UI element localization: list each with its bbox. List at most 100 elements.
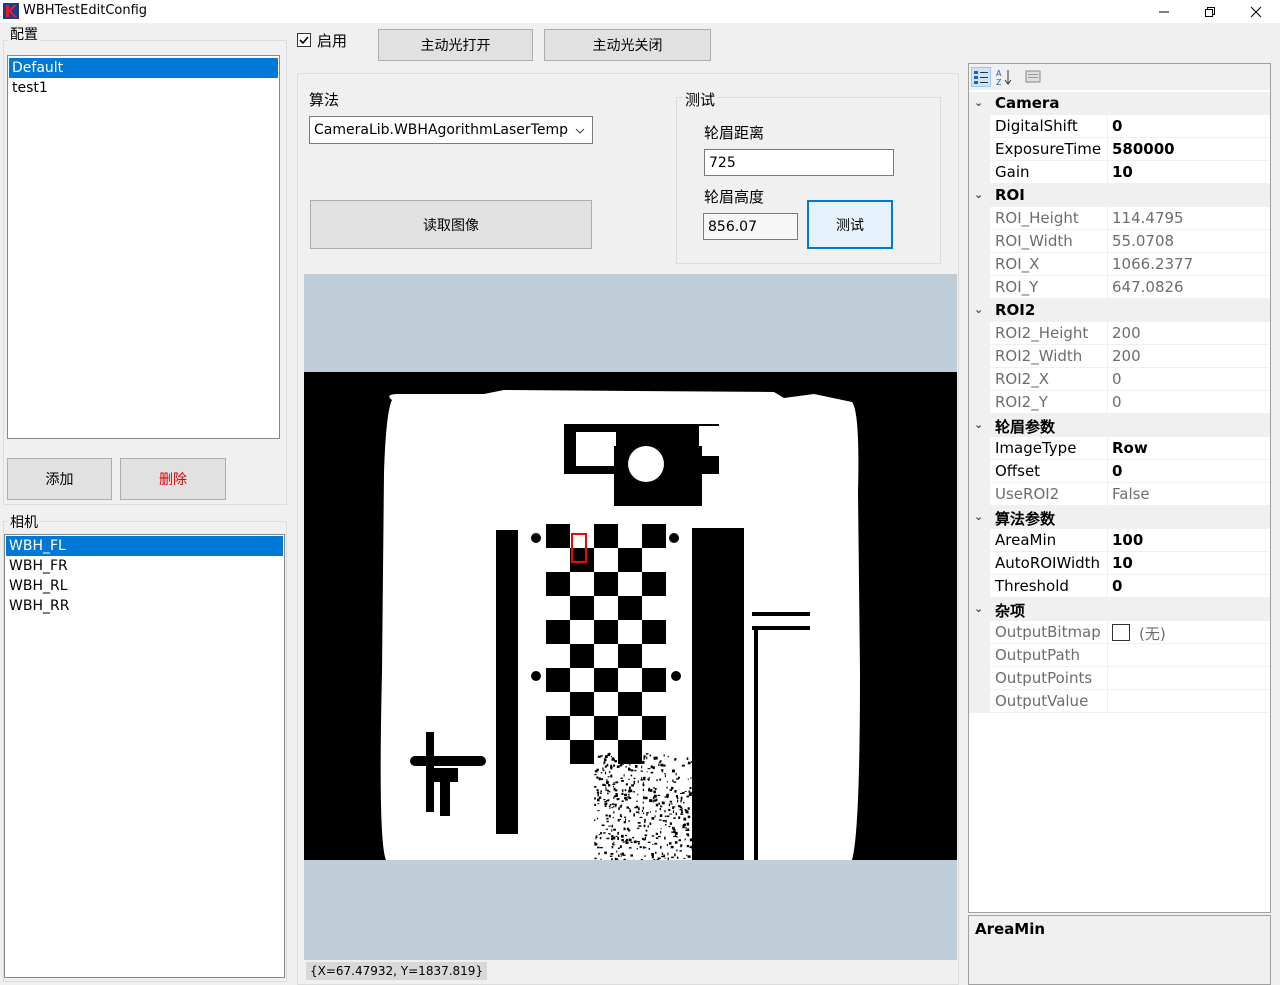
property-row[interactable]: AutoROIWidth 10 — [969, 552, 1270, 575]
chevron-down-icon[interactable]: ⌄ — [974, 602, 983, 615]
distance-input-value: 725 — [709, 154, 736, 171]
property-help-panel: AreaMin — [968, 915, 1271, 985]
property-category[interactable]: ⌄ 轮眉参数 — [969, 414, 1270, 437]
property-row[interactable]: ROI_Width 55.0708 — [969, 230, 1270, 253]
property-row[interactable]: OutputValue — [969, 690, 1270, 713]
property-row[interactable]: AreaMin 100 — [969, 529, 1270, 552]
property-value[interactable]: 10 — [1112, 554, 1133, 572]
height-output-value: 856.07 — [708, 218, 757, 235]
property-name: ExposureTime — [995, 140, 1102, 158]
property-row[interactable]: ROI_X 1066.2377 — [969, 253, 1270, 276]
property-help-title: AreaMin — [975, 920, 1046, 938]
config-list[interactable]: Default test1 — [7, 55, 280, 439]
property-value: 200 — [1112, 324, 1141, 342]
camera-list-item[interactable]: WBH_FR — [6, 556, 283, 576]
property-value[interactable]: 0 — [1112, 577, 1122, 595]
property-name: ROI2_X — [995, 370, 1049, 388]
property-row[interactable]: ROI2_Height 200 — [969, 322, 1270, 345]
camera-list-item[interactable]: WBH_FL — [6, 536, 283, 556]
property-name: ROI_Width — [995, 232, 1073, 250]
enable-checkbox[interactable] — [297, 33, 311, 47]
test-button[interactable]: 测试 — [807, 200, 893, 249]
property-row[interactable]: ROI2_Width 200 — [969, 345, 1270, 368]
coordinate-readout: {X=67.47932, Y=1837.819} — [306, 962, 488, 980]
config-list-item[interactable]: test1 — [9, 78, 278, 98]
property-row[interactable]: ROI2_Y 0 — [969, 391, 1270, 414]
property-row[interactable]: UseROI2 False — [969, 483, 1270, 506]
property-pages-button[interactable] — [1024, 67, 1044, 87]
chevron-down-icon[interactable]: ⌄ — [974, 96, 983, 109]
algorithm-select-value: CameraLib.WBHAgorithmLaserTemp — [314, 122, 568, 138]
light-on-button[interactable]: 主动光打开 — [378, 29, 533, 61]
read-image-button[interactable]: 读取图像 — [310, 200, 592, 249]
window-title: WBHTestEditConfig — [23, 3, 148, 18]
distance-label: 轮眉距离 — [704, 124, 765, 142]
add-button[interactable]: 添加 — [7, 458, 112, 500]
alphabetical-view-button[interactable]: A Z — [994, 67, 1014, 87]
property-value: 114.4795 — [1112, 209, 1184, 227]
camera-list-item[interactable]: WBH_RL — [6, 576, 283, 596]
checkmark-icon — [299, 36, 309, 45]
bitmap-swatch — [1112, 624, 1130, 641]
image-view[interactable] — [304, 274, 957, 960]
property-value[interactable]: 100 — [1112, 531, 1143, 549]
property-row[interactable]: Offset 0 — [969, 460, 1270, 483]
property-value[interactable]: 10 — [1112, 163, 1133, 181]
property-name: Gain — [995, 163, 1030, 181]
categorized-icon — [974, 71, 988, 84]
property-row[interactable]: DigitalShift 0 — [969, 115, 1270, 138]
property-value: 0 — [1112, 393, 1122, 411]
property-category[interactable]: ⌄ ROI2 — [969, 299, 1270, 322]
property-row[interactable]: ROI_Y 647.0826 — [969, 276, 1270, 299]
height-output: 856.07 — [703, 213, 798, 240]
property-name: Offset — [995, 462, 1041, 480]
property-row[interactable]: OutputBitmap (无) — [969, 621, 1270, 644]
property-row[interactable]: ROI_Height 114.4795 — [969, 207, 1270, 230]
delete-button[interactable]: 删除 — [120, 458, 226, 500]
property-name: AreaMin — [995, 531, 1057, 549]
svg-text:Z: Z — [996, 78, 1002, 87]
property-category[interactable]: ⌄ ROI — [969, 184, 1270, 207]
property-category-label: ROI — [995, 186, 1025, 204]
property-value[interactable]: 0 — [1112, 117, 1122, 135]
property-category-label: 算法参数 — [995, 510, 1056, 528]
delete-button-label: 删除 — [159, 472, 187, 488]
property-row[interactable]: Gain 10 — [969, 161, 1270, 184]
property-name: ImageType — [995, 439, 1077, 457]
minimize-icon — [1159, 11, 1169, 12]
property-value[interactable]: Row — [1112, 439, 1148, 457]
property-row[interactable]: ImageType Row — [969, 437, 1270, 460]
camera-list[interactable]: WBH_FL WBH_FR WBH_RL WBH_RR — [4, 534, 285, 978]
svg-text:A: A — [996, 69, 1002, 78]
chevron-down-icon[interactable]: ⌄ — [974, 303, 983, 316]
property-row[interactable]: ExposureTime 580000 — [969, 138, 1270, 161]
property-value[interactable]: 0 — [1112, 462, 1122, 480]
light-on-button-label: 主动光打开 — [420, 38, 491, 54]
chevron-down-icon — [575, 128, 585, 134]
categorized-view-button[interactable] — [971, 67, 991, 87]
property-category[interactable]: ⌄ Camera — [969, 92, 1270, 115]
property-value[interactable]: 580000 — [1112, 140, 1175, 158]
property-row[interactable]: ROI2_X 0 — [969, 368, 1270, 391]
config-list-item[interactable]: Default — [9, 58, 278, 78]
chevron-down-icon[interactable]: ⌄ — [974, 510, 983, 523]
distance-input[interactable]: 725 — [704, 149, 894, 176]
sort-az-icon: A Z — [996, 69, 1012, 87]
property-row[interactable]: Threshold 0 — [969, 575, 1270, 598]
property-row[interactable]: OutputPoints — [969, 667, 1270, 690]
property-row[interactable]: OutputPath — [969, 644, 1270, 667]
property-name: OutputBitmap — [995, 623, 1101, 641]
algorithm-label: 算法 — [309, 91, 340, 109]
property-category[interactable]: ⌄ 杂项 — [969, 598, 1270, 621]
property-value: 647.0826 — [1112, 278, 1184, 296]
property-category[interactable]: ⌄ 算法参数 — [969, 506, 1270, 529]
chevron-down-icon[interactable]: ⌄ — [974, 418, 983, 431]
chevron-down-icon[interactable]: ⌄ — [974, 188, 983, 201]
minimize-button[interactable] — [1141, 0, 1187, 23]
light-off-button[interactable]: 主动光关闭 — [544, 29, 711, 61]
restore-button[interactable] — [1187, 0, 1233, 23]
algorithm-select[interactable]: CameraLib.WBHAgorithmLaserTemp — [309, 116, 593, 144]
close-button[interactable] — [1233, 0, 1279, 23]
camera-list-item[interactable]: WBH_RR — [6, 596, 283, 616]
property-name: ROI_X — [995, 255, 1040, 273]
